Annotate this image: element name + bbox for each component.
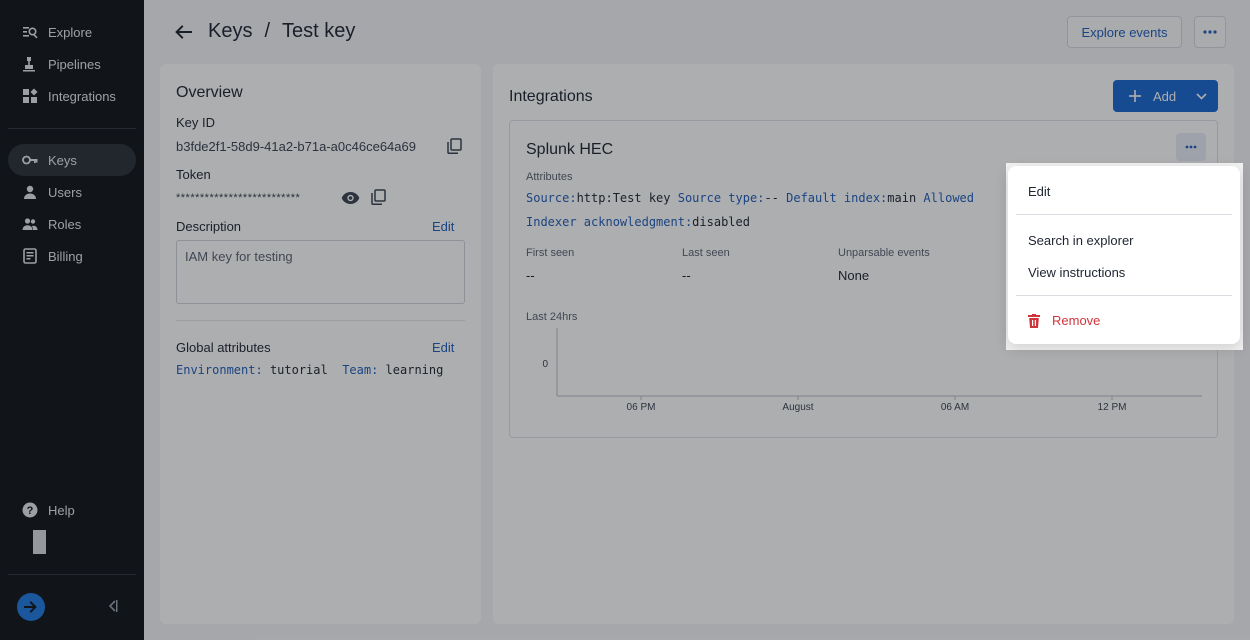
integration-context-menu: Edit Search in explorer View instruction… xyxy=(1008,166,1240,344)
menu-item-edit[interactable]: Edit xyxy=(1028,184,1050,199)
menu-item-remove[interactable]: Remove xyxy=(1028,313,1100,328)
trash-icon xyxy=(1028,313,1040,328)
remove-label: Remove xyxy=(1052,313,1101,328)
menu-item-view-instructions[interactable]: View instructions xyxy=(1028,265,1125,280)
menu-divider xyxy=(1016,214,1232,215)
menu-item-search-in-explorer[interactable]: Search in explorer xyxy=(1028,233,1134,248)
menu-divider xyxy=(1016,295,1232,296)
